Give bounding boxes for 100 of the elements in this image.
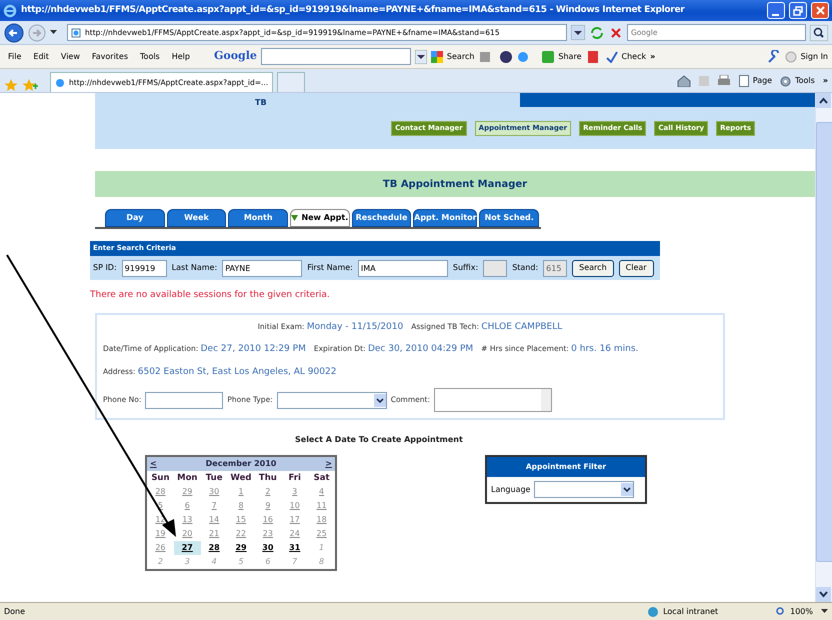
vertical-scrollbar[interactable] [815, 93, 832, 602]
security-zone: Local intranet [647, 606, 718, 618]
restore-icon [793, 6, 803, 16]
tab[interactable]: Month [228, 209, 288, 227]
phone-field[interactable] [145, 392, 224, 408]
page-menu-button[interactable]: Page [738, 75, 772, 87]
calendar-day: 3 [174, 555, 201, 569]
calendar-day: 11 [308, 499, 336, 513]
dropdown-icon [374, 394, 386, 406]
weekday-header: Wed [230, 472, 252, 485]
zoom-button[interactable]: 100% [776, 606, 813, 618]
close-icon [816, 6, 824, 15]
page-icon [55, 78, 65, 88]
google-search-field[interactable] [260, 48, 411, 65]
calendar-day: 19 [147, 527, 174, 541]
field-label: First Name: [307, 262, 353, 274]
gear-icon [780, 76, 792, 86]
calendar-day: 8 [228, 499, 254, 513]
next-month-link[interactable]: > [325, 458, 332, 470]
error-message: There are no available sessions for the given criteria. [90, 289, 331, 302]
menu-item[interactable]: File [4, 50, 26, 62]
search-button[interactable]: Search [430, 50, 474, 62]
phone-type-select[interactable] [276, 392, 387, 408]
dropdown-icon[interactable] [571, 25, 585, 40]
calendar-day: 8 [308, 555, 336, 569]
caret-icon[interactable] [50, 30, 57, 35]
header-label: TB [255, 97, 267, 109]
weekday-header: Thu [258, 472, 278, 485]
prev-month-link[interactable]: < [150, 458, 157, 470]
calendar-day: 4 [200, 555, 228, 569]
back-icon[interactable] [4, 22, 24, 42]
caret-icon[interactable] [821, 609, 828, 614]
tab[interactable]: Day [105, 209, 165, 227]
page-title-bar: TB Appointment Manager [95, 171, 815, 197]
search-icon[interactable] [810, 24, 828, 40]
add-favorite-icon[interactable] [22, 78, 38, 92]
calendar-day[interactable]: 29 [228, 541, 254, 555]
weekday-header: Tue [204, 472, 224, 485]
menu-item[interactable]: Favorites [88, 50, 132, 62]
calendar-day: 20 [174, 527, 201, 541]
calendar-day: 14 [200, 513, 228, 527]
maximize-button[interactable] [789, 2, 807, 19]
text-field[interactable]: PAYNE [222, 260, 302, 276]
more-button[interactable]: » [822, 75, 828, 87]
sign-in-button[interactable]: Sign In [784, 50, 828, 62]
calendar-day: 17 [281, 513, 308, 527]
calendar-day: 23 [254, 527, 282, 541]
scrollbar-icon [541, 389, 551, 411]
tab[interactable]: Appt. Monitor [413, 209, 478, 227]
calendar-day: 1 [308, 541, 336, 555]
text-field[interactable]: 919919 [122, 260, 167, 276]
calendar-day[interactable]: 30 [254, 541, 282, 555]
page-icon [738, 75, 749, 87]
ie-logo-icon [3, 4, 17, 18]
calendar-day[interactable]: 28 [200, 541, 228, 555]
calendar-day: 5 [228, 555, 254, 569]
calendar-day: 6 [254, 555, 282, 569]
menu-item[interactable]: Help [168, 50, 194, 62]
tools-menu-button[interactable]: Tools [780, 75, 815, 87]
check-button[interactable]: Check [606, 50, 646, 62]
google-icon [430, 50, 443, 62]
tab[interactable]: Week [166, 209, 226, 227]
text-field[interactable]: IMA [358, 260, 448, 276]
field-label: Suffix: [452, 262, 478, 274]
text-field: 615 [543, 260, 568, 276]
check-icon [606, 50, 618, 62]
language-select[interactable] [534, 481, 634, 498]
close-button[interactable] [811, 2, 829, 19]
menu-item[interactable]: Edit [29, 50, 53, 62]
stop-icon[interactable] [609, 26, 623, 40]
calendar-day: 3 [281, 485, 308, 499]
form-button[interactable]: Clear [618, 260, 654, 276]
weekday-header: Fri [288, 472, 302, 485]
star-icon[interactable] [4, 78, 18, 92]
weekday-header: Mon [176, 472, 198, 485]
more-button[interactable]: » [650, 50, 656, 62]
minimize-button[interactable] [767, 2, 785, 19]
dropdown-icon[interactable] [414, 50, 427, 64]
scroll-down-icon [816, 587, 831, 602]
comment-field[interactable] [434, 388, 552, 412]
calendar-day: 1 [228, 485, 254, 499]
calendar-day: 24 [281, 527, 308, 541]
form-button[interactable]: Search [572, 260, 614, 276]
tab[interactable]: Not Sched. [479, 209, 540, 227]
calendar-day: 7 [281, 555, 308, 569]
tab[interactable]: Reschedule [352, 209, 412, 227]
print-icon[interactable] [716, 75, 731, 87]
calendar-day[interactable]: 27 [174, 541, 201, 555]
home-icon[interactable] [676, 75, 691, 87]
menu-item[interactable]: View [56, 50, 84, 62]
triangle-icon [291, 215, 298, 221]
calendar-day[interactable]: 31 [281, 541, 308, 555]
menu-item[interactable]: Tools [136, 50, 164, 62]
status-text: Done [4, 606, 26, 618]
section-heading: Select A Date To Create Appointment [295, 434, 464, 446]
user-icon [784, 50, 797, 62]
share-button[interactable]: Share [542, 50, 582, 62]
calendar-day: 29 [174, 485, 201, 499]
calendar-day: 7 [200, 499, 228, 513]
tab[interactable]: New Appt. [290, 209, 350, 227]
